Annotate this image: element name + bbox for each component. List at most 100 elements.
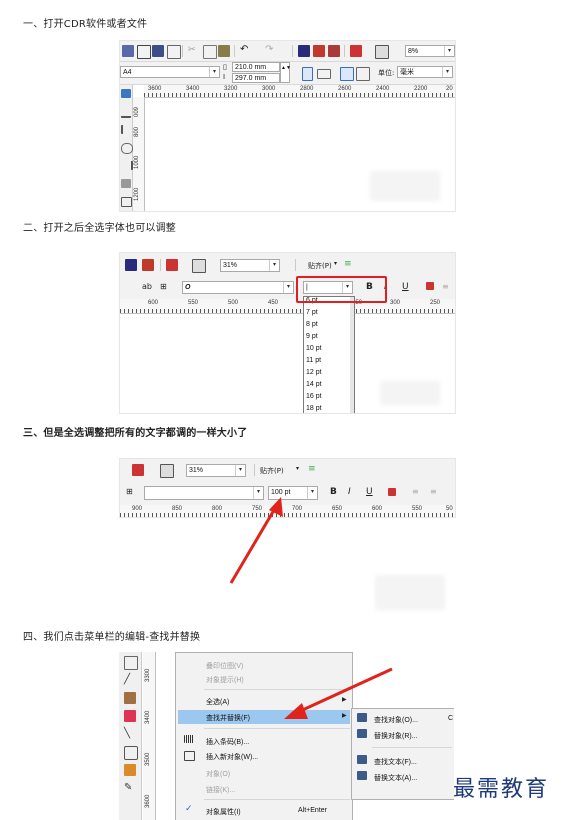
- size-option[interactable]: 8 pt: [306, 321, 318, 328]
- app-icon[interactable]: [192, 259, 206, 273]
- fill-tool-icon[interactable]: [124, 764, 136, 776]
- launcher-icon[interactable]: [166, 259, 178, 271]
- submenu-replace-text[interactable]: 替换文本(A)...: [374, 773, 417, 783]
- paste-icon[interactable]: [218, 45, 230, 57]
- shape-tool-icon[interactable]: [121, 107, 131, 118]
- effects-tool-icon[interactable]: [124, 710, 136, 722]
- chevron-down-icon[interactable]: ▾: [209, 67, 219, 77]
- italic-icon[interactable]: I: [348, 487, 360, 499]
- size-option[interactable]: 10 pt: [306, 345, 322, 352]
- pick-tool-icon[interactable]: [121, 89, 131, 98]
- chevron-down-icon[interactable]: ▾: [283, 282, 293, 293]
- page-height-input[interactable]: 297.0 mm: [232, 73, 280, 83]
- zoom-level-input[interactable]: 8% ▾: [405, 45, 455, 57]
- portrait-icon[interactable]: [302, 67, 313, 81]
- new-icon[interactable]: [122, 45, 134, 57]
- print-icon[interactable]: [167, 45, 181, 59]
- open-icon[interactable]: [137, 45, 151, 59]
- snap-to-menu[interactable]: 贴齐(P): [260, 466, 284, 476]
- chevron-down-icon[interactable]: ▾: [442, 67, 452, 77]
- underline-icon[interactable]: U: [366, 487, 378, 499]
- menu-item-overprint-bitmap[interactable]: 叠印位图(V): [206, 661, 243, 671]
- connector-tool-icon[interactable]: [124, 692, 136, 704]
- redo-icon[interactable]: ↷: [265, 44, 277, 56]
- bold-icon[interactable]: B: [330, 487, 342, 499]
- spin-buttons[interactable]: ▲▼: [280, 62, 291, 83]
- text-tool-icon[interactable]: ab: [142, 282, 154, 294]
- list-icon[interactable]: ≡: [412, 487, 424, 499]
- chevron-down-icon[interactable]: ▾: [269, 260, 279, 271]
- crop-tool-icon[interactable]: [121, 125, 133, 134]
- publish-icon[interactable]: [328, 45, 340, 57]
- unit-select[interactable]: 毫米 ▾: [397, 66, 453, 78]
- current-page-icon[interactable]: [356, 67, 370, 81]
- menu-item-object[interactable]: 对象(O): [206, 769, 230, 779]
- submenu-replace-objects[interactable]: 替换对象(R)...: [374, 731, 418, 741]
- list-icon[interactable]: ≡: [442, 282, 454, 294]
- rectangle-tool-icon[interactable]: [121, 197, 132, 207]
- step-4-caption: 四、我们点击菜单栏的编辑-查找并替换: [23, 632, 201, 643]
- size-option[interactable]: 18 pt: [306, 405, 322, 412]
- transparency-tool-icon[interactable]: ╲: [124, 728, 136, 740]
- menu-item-object-hints[interactable]: 对象提示(H): [206, 675, 244, 685]
- snap-to-menu[interactable]: 贴齐(P): [308, 261, 332, 271]
- app-icon[interactable]: [375, 45, 389, 59]
- line-tool-icon[interactable]: ╱: [124, 674, 136, 686]
- chevron-down-icon[interactable]: ▾: [296, 465, 299, 472]
- pen-tool-icon[interactable]: [121, 161, 133, 170]
- zoom-tool-icon[interactable]: [121, 143, 133, 154]
- dropdown-scrollbar[interactable]: [350, 297, 354, 413]
- size-option[interactable]: 12 pt: [306, 369, 322, 376]
- save-icon[interactable]: [152, 45, 164, 57]
- submenu-find-text[interactable]: 查找文本(F)...: [374, 757, 417, 767]
- align-icon[interactable]: ≡: [308, 464, 320, 476]
- import-icon[interactable]: [298, 45, 310, 57]
- property-bar: A4 ▾ ▯ 210.0 mm I 297.0 mm ▲▼ 单位: 毫米 ▾: [120, 62, 455, 85]
- page-size-select[interactable]: A4 ▾: [120, 66, 220, 78]
- size-option[interactable]: 7 pt: [306, 309, 318, 316]
- menu-item-insert-barcode[interactable]: 插入条码(B)...: [206, 737, 249, 747]
- undo-icon[interactable]: ↶: [240, 44, 252, 56]
- watermark: 最需教育: [453, 777, 550, 802]
- export-icon[interactable]: [313, 45, 325, 57]
- chevron-down-icon[interactable]: ▾: [235, 465, 245, 476]
- all-pages-icon[interactable]: [340, 67, 354, 81]
- wrap-icon[interactable]: ⊞: [126, 487, 138, 499]
- font-family-select[interactable]: O ▾: [182, 281, 294, 294]
- cut-icon[interactable]: ✂: [188, 45, 200, 57]
- eyedropper-tool-icon[interactable]: [124, 746, 138, 760]
- copy-icon[interactable]: [203, 45, 217, 59]
- launcher-icon[interactable]: [132, 464, 144, 476]
- menu-item-select-all[interactable]: 全选(A): [206, 697, 229, 707]
- menu-item-object-properties[interactable]: 对象属性(I): [206, 807, 241, 817]
- page-width-input[interactable]: 210.0 mm: [232, 62, 280, 72]
- size-option[interactable]: 9 pt: [306, 333, 318, 340]
- grid-tool-icon[interactable]: [124, 656, 138, 670]
- zoom-level-input[interactable]: 31% ▾: [186, 464, 246, 477]
- export-icon[interactable]: [142, 259, 154, 271]
- size-option[interactable]: 14 pt: [306, 381, 322, 388]
- menu-item-links[interactable]: 链接(K)...: [206, 785, 235, 795]
- artistic-tool-icon[interactable]: [121, 179, 131, 188]
- indent-icon[interactable]: ≡: [430, 487, 442, 499]
- chevron-down-icon[interactable]: ▾: [307, 487, 317, 499]
- menu-item-insert-new-object[interactable]: 插入新对象(W)...: [206, 752, 258, 762]
- wrap-icon[interactable]: ⊞: [160, 282, 172, 294]
- text-align-icon[interactable]: [426, 282, 434, 290]
- align-icon[interactable]: ≡: [344, 259, 356, 271]
- import-icon[interactable]: [125, 259, 137, 271]
- app-icon[interactable]: [160, 464, 174, 478]
- chevron-down-icon[interactable]: ▾: [334, 260, 337, 267]
- font-size-dropdown[interactable]: 6 pt 7 pt 8 pt 9 pt 10 pt 11 pt 12 pt 14…: [303, 296, 355, 413]
- outline-tool-icon[interactable]: ✎: [124, 782, 136, 794]
- zoom-level-input[interactable]: 31% ▾: [220, 259, 280, 272]
- size-option[interactable]: 11 pt: [306, 357, 321, 364]
- standard-toolbar: 31% ▾ 贴齐(P) ▾ ≡: [120, 253, 455, 278]
- underline-icon[interactable]: U: [402, 282, 414, 294]
- size-option[interactable]: 16 pt: [306, 393, 322, 400]
- landscape-icon[interactable]: [317, 69, 331, 79]
- launcher-icon[interactable]: [350, 45, 362, 57]
- chevron-down-icon[interactable]: ▾: [444, 46, 454, 56]
- menu-item-find-replace[interactable]: 查找并替换(F): [206, 713, 250, 723]
- text-align-icon[interactable]: [388, 488, 396, 496]
